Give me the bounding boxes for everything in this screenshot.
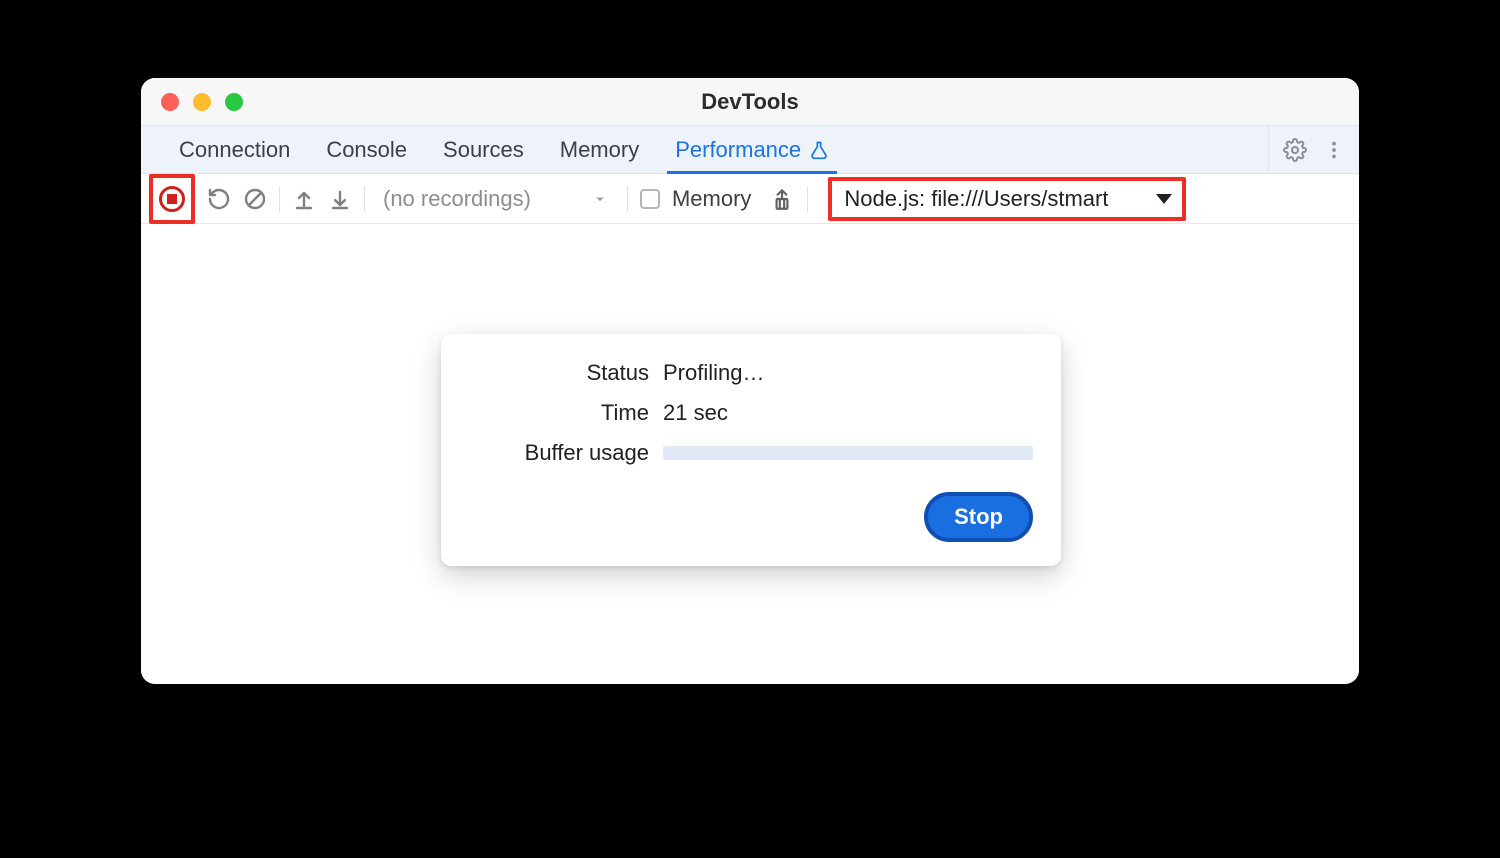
javascript-target-select[interactable]: Node.js: file:///Users/stmart <box>828 177 1186 221</box>
time-label: Time <box>469 400 649 426</box>
window-title: DevTools <box>141 89 1359 115</box>
highlight-record-button <box>149 174 195 224</box>
tab-label: Memory <box>560 137 639 163</box>
memory-checkbox-label: Memory <box>672 186 751 212</box>
time-value: 21 sec <box>663 400 1033 426</box>
tab-label: Console <box>326 137 407 163</box>
more-menu-icon[interactable] <box>1323 139 1345 161</box>
maximize-window-button[interactable] <box>225 93 243 111</box>
collect-garbage-button[interactable] <box>769 186 795 212</box>
stop-profiling-button[interactable]: Stop <box>924 492 1033 542</box>
minimize-window-button[interactable] <box>193 93 211 111</box>
download-profile-button[interactable] <box>328 187 352 211</box>
settings-gear-icon[interactable] <box>1283 138 1307 162</box>
record-stop-button[interactable] <box>159 186 185 212</box>
toolbar-separator <box>627 186 628 212</box>
reload-record-button[interactable] <box>207 187 231 211</box>
panels-tabbar: Connection Console Sources Memory Perfor… <box>141 126 1359 174</box>
memory-checkbox[interactable] <box>640 189 660 209</box>
status-value: Profiling… <box>663 360 1033 386</box>
window-traffic-lights <box>141 93 243 111</box>
upload-profile-button[interactable] <box>292 187 316 211</box>
close-window-button[interactable] <box>161 93 179 111</box>
toolbar-separator <box>364 186 365 212</box>
chevron-down-icon <box>591 190 609 208</box>
dropdown-caret-icon <box>1156 194 1172 204</box>
toolbar-separator <box>279 186 280 212</box>
tab-label: Sources <box>443 137 524 163</box>
buffer-usage-label: Buffer usage <box>469 440 649 466</box>
performance-toolbar: (no recordings) Memory Node.js: file:///… <box>141 174 1359 224</box>
profiling-status-card: Status Profiling… Time 21 sec Buffer usa… <box>441 334 1061 566</box>
experiment-flask-icon <box>809 140 829 160</box>
target-selected-label: Node.js: file:///Users/stmart <box>844 186 1108 212</box>
record-stop-icon <box>159 186 185 212</box>
toolbar-separator <box>807 186 808 212</box>
recordings-select[interactable]: (no recordings) <box>377 186 615 212</box>
tab-console[interactable]: Console <box>308 126 425 173</box>
tab-label: Performance <box>675 137 801 163</box>
tab-memory[interactable]: Memory <box>542 126 657 173</box>
tab-connection[interactable]: Connection <box>161 126 308 173</box>
recordings-placeholder: (no recordings) <box>383 186 531 212</box>
performance-main-area: Status Profiling… Time 21 sec Buffer usa… <box>141 224 1359 684</box>
tab-performance[interactable]: Performance <box>657 126 847 173</box>
tab-sources[interactable]: Sources <box>425 126 542 173</box>
status-label: Status <box>469 360 649 386</box>
titlebar: DevTools <box>141 78 1359 126</box>
tab-label: Connection <box>179 137 290 163</box>
devtools-window: DevTools Connection Console Sources Memo… <box>141 78 1359 684</box>
buffer-usage-bar <box>663 446 1033 460</box>
clear-button[interactable] <box>243 187 267 211</box>
